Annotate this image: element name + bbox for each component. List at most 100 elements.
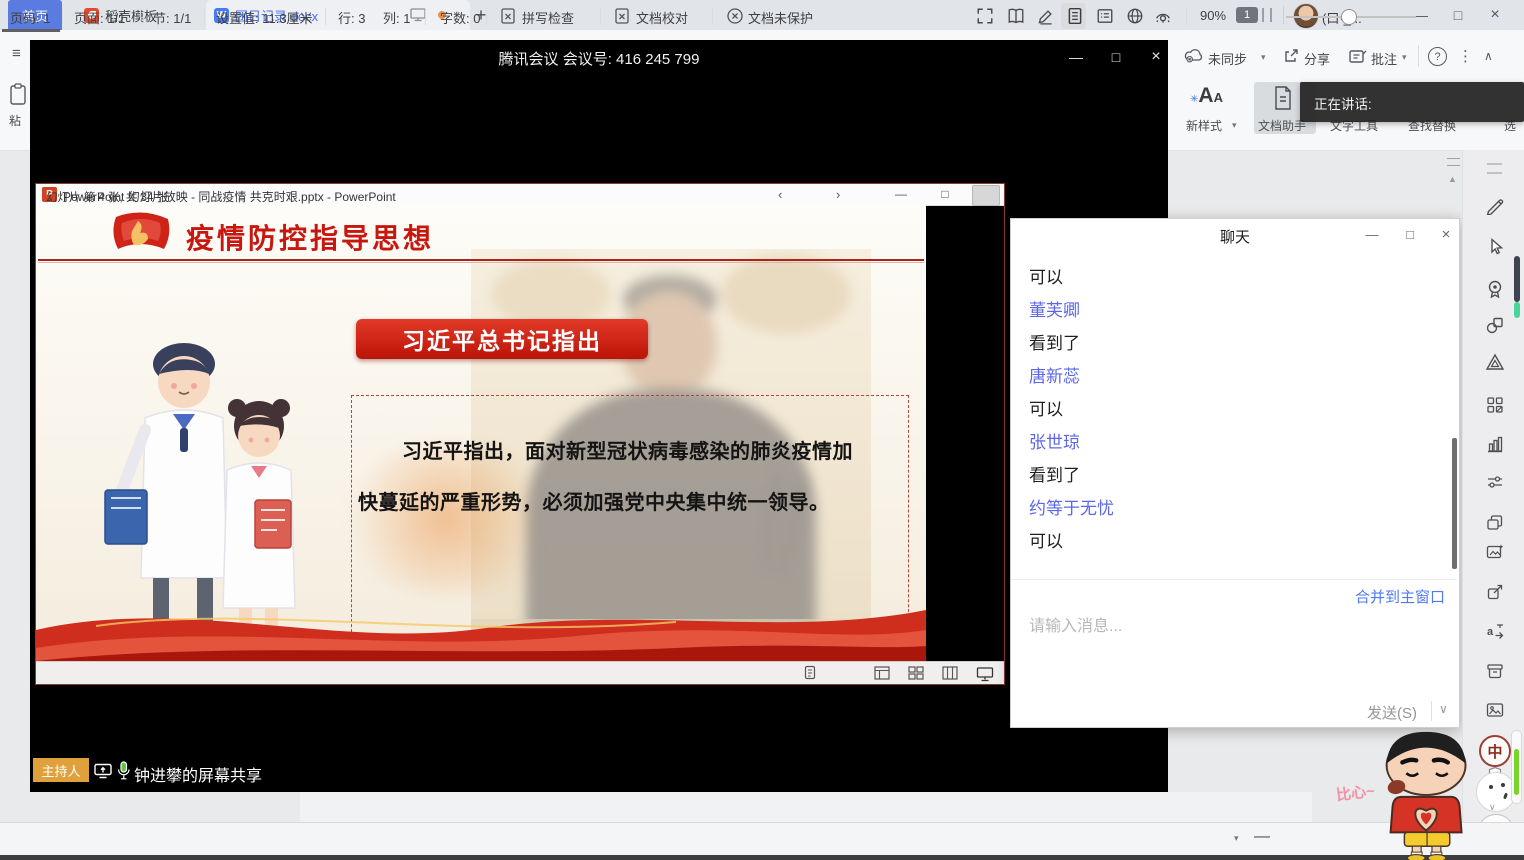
read-mode-icon[interactable]	[1007, 7, 1025, 25]
normal-view-icon[interactable]	[874, 666, 890, 680]
pyramid-icon[interactable]	[1485, 352, 1505, 372]
svg-text:a: a	[1487, 626, 1494, 638]
chat-minimize-button[interactable]: —	[1359, 224, 1385, 244]
paste-clipboard-icon[interactable]	[8, 82, 28, 106]
zoom-dropdown-icon[interactable]: ▾	[1234, 833, 1239, 844]
prev-slide-button[interactable]: ‹	[778, 187, 782, 202]
doc-proof-button[interactable]: 文档校对	[636, 8, 688, 27]
divider	[1418, 45, 1419, 67]
microphone-icon	[116, 761, 131, 781]
ppt-maximize-button[interactable]: □	[932, 186, 958, 202]
shapes-icon[interactable]	[1485, 315, 1505, 335]
slide: 疫情防控指导思想	[36, 205, 926, 661]
next-slide-button[interactable]: ›	[836, 187, 840, 202]
new-style-icon: ✳AA	[1190, 84, 1223, 108]
zoom-slider-knob[interactable]	[1341, 9, 1357, 25]
chat-message: 看到了	[1029, 459, 1409, 492]
chat-scrollbar-thumb[interactable]	[1452, 438, 1457, 569]
annotation-pen-icon[interactable]	[804, 665, 816, 680]
chat-message-input[interactable]: 请输入消息...	[1029, 612, 1329, 636]
app-restore-button[interactable]: □	[1443, 2, 1473, 28]
quote-badge: 习近平总书记指出	[356, 319, 648, 359]
divider	[1011, 579, 1457, 580]
outline-view-icon[interactable]	[1096, 7, 1114, 25]
doc-scrollbar-thumb[interactable]	[1514, 256, 1520, 302]
duplicate-pages-icon[interactable]	[1485, 513, 1505, 533]
reading-view-icon[interactable]	[942, 666, 958, 680]
divider	[204, 8, 205, 25]
medal-icon[interactable]	[1485, 279, 1505, 299]
merge-to-main-link[interactable]: 合并到主窗口	[1355, 586, 1445, 607]
speaking-toast: 正在讲话:	[1300, 82, 1524, 122]
menu-hamburger-icon[interactable]: ≡	[12, 45, 21, 62]
share-button[interactable]: 分享	[1304, 49, 1330, 68]
new-style-dropdown-icon[interactable]: ▾	[1232, 120, 1237, 131]
more-menu-icon[interactable]: ⋮	[1458, 47, 1473, 65]
slideshow-view-button[interactable]	[972, 185, 1000, 206]
status-line[interactable]: 行: 3	[338, 8, 365, 27]
chart-icon[interactable]	[1485, 434, 1505, 454]
send-button[interactable]: 发送(S)	[1367, 702, 1417, 723]
write-mode-icon[interactable]	[1037, 7, 1055, 25]
meeting-maximize-button[interactable]: □	[1100, 46, 1132, 68]
layout-grid-icon[interactable]	[1485, 395, 1505, 415]
chat-sender[interactable]: 董芙卿	[1029, 294, 1409, 327]
fullscreen-icon[interactable]	[976, 7, 994, 25]
meeting-minimize-button[interactable]: —	[1060, 46, 1092, 68]
slideshow-monitor-icon	[976, 667, 994, 682]
export-share-icon[interactable]	[1485, 582, 1505, 602]
zoom-percent-label[interactable]: 90%	[1200, 8, 1226, 23]
window-count-badge: 1	[1236, 7, 1258, 23]
divider	[140, 8, 141, 25]
comment-dropdown-icon[interactable]: ▾	[1402, 52, 1407, 63]
status-word-count[interactable]: 字数: 0	[440, 8, 480, 27]
divider	[325, 8, 326, 25]
doc-protect-button[interactable]: 文档未保护	[748, 8, 813, 27]
help-button[interactable]: ?	[1428, 47, 1447, 66]
chat-maximize-button[interactable]: □	[1397, 224, 1423, 244]
app-close-button[interactable]: ×	[1480, 2, 1510, 28]
divider	[425, 8, 426, 25]
split-bars-icon	[1262, 8, 1272, 22]
image-effects-icon[interactable]	[1485, 542, 1505, 562]
quote-line-1: 习近平指出，面对新型冠状病毒感染的肺炎疫情加	[402, 435, 853, 464]
sync-status-button[interactable]: 未同步	[1208, 49, 1247, 68]
chat-sender[interactable]: 唐新蕊	[1029, 360, 1409, 393]
chat-sender[interactable]: 约等于无忧	[1029, 492, 1409, 525]
status-page-number[interactable]: 页码: 1	[10, 8, 50, 27]
chat-sender[interactable]: 张世琼	[1029, 426, 1409, 459]
zoom-out-button[interactable]: —	[1254, 828, 1270, 846]
ppt-minimize-button[interactable]: —	[888, 186, 914, 202]
settings-sliders-icon[interactable]	[1485, 472, 1505, 492]
slide-counter: 幻灯片 第 4 张, 共 34 张	[46, 189, 168, 205]
presenting-monitor-icon	[410, 8, 426, 22]
status-page[interactable]: 页面: 1/1	[74, 8, 125, 27]
app-minimize-button[interactable]: —	[1406, 2, 1436, 28]
print-layout-icon[interactable]	[1066, 7, 1084, 25]
translate-icon[interactable]: a	[1485, 622, 1505, 642]
sidebar-handle-icon[interactable]	[1487, 163, 1502, 174]
status-column[interactable]: 列: 1	[383, 8, 410, 27]
archive-box-icon[interactable]	[1485, 661, 1505, 681]
scroll-up-icon[interactable]: ▲	[1448, 174, 1457, 184]
new-style-button[interactable]: 新样式	[1186, 117, 1222, 134]
status-section[interactable]: 节: 1/1	[153, 8, 191, 27]
collapse-ribbon-icon[interactable]: ∧	[1484, 49, 1493, 63]
ruler-split-icon[interactable]	[1447, 158, 1460, 166]
picture-icon[interactable]	[1485, 700, 1505, 720]
pen-tool-icon[interactable]	[1485, 195, 1505, 215]
powerpoint-window: P PowerPoint 幻灯片放映 - 同战疫情 共克时艰.pptx - Po…	[35, 183, 1005, 685]
eye-protect-icon[interactable]	[1154, 7, 1172, 25]
web-layout-icon[interactable]	[1126, 7, 1144, 25]
send-options-caret-icon[interactable]: ∨	[1439, 702, 1448, 716]
sync-dropdown-icon[interactable]: ▾	[1261, 52, 1266, 63]
slide-sorter-view-icon[interactable]	[908, 666, 924, 680]
cursor-select-icon[interactable]	[1485, 236, 1505, 256]
divider	[62, 8, 63, 25]
chat-close-button[interactable]: ×	[1433, 224, 1459, 244]
meeting-close-button[interactable]: ×	[1140, 46, 1172, 68]
doc-assistant-label: 文档助手	[1258, 117, 1306, 134]
status-setting-value[interactable]: 设置值: 11.3厘米	[216, 8, 313, 27]
spell-check-button[interactable]: 拼写检查	[522, 8, 574, 27]
comment-button[interactable]: 批注	[1371, 49, 1397, 68]
